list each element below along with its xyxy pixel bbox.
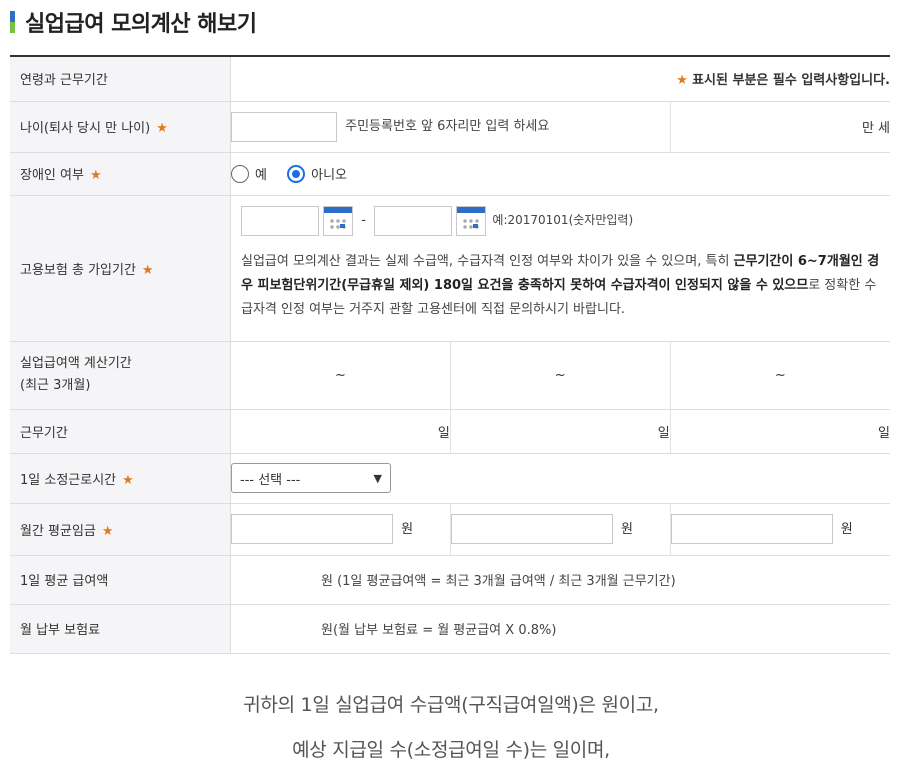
page-header: 실업급여 모의계산 해보기 — [10, 4, 257, 40]
label-calc-period: 실업급여액 계산기간 (최근 3개월) — [10, 341, 231, 410]
radio-no-label: 아니오 — [311, 168, 347, 183]
notice-part-1: 실업급여 모의계산 결과는 실제 수급액, 수급자격 인정 여부와 차이가 있을… — [241, 253, 734, 269]
monthly-wage-unit-1: 원 — [401, 521, 414, 537]
result-line-2: 예상 지급일 수(소정급여일 수)는 일이며, — [292, 739, 610, 761]
label-insurance-period: 고용보험 총 가입기간 ★ — [10, 195, 231, 342]
row-disabled: 장애인 여부 ★ 예 아니오 — [10, 152, 890, 196]
radio-yes[interactable] — [231, 164, 249, 183]
label-daily-avg: 1일 평균 급여액 — [10, 555, 231, 605]
title-marker-icon — [10, 11, 15, 33]
radio-yes-label: 예 — [255, 168, 267, 183]
row-insurance-period: 고용보험 총 가입기간 ★ - 예:20170101(숫자만입력) 실업급여 모의… — [10, 195, 890, 342]
eligibility-notice: 실업급여 모의계산 결과는 실제 수급액, 수급자격 인정 여부와 차이가 있을… — [231, 236, 890, 330]
calendar-icon[interactable] — [323, 205, 354, 236]
work-days-1: 일 — [230, 409, 451, 454]
calc-period-1: ~ — [230, 341, 451, 410]
label-daily-hours: 1일 소정근로시간 ★ — [10, 453, 231, 504]
label-disabled-text: 장애인 여부 — [20, 168, 84, 183]
monthly-wage-cell-1: 원 — [230, 503, 451, 556]
calc-period-3: ~ — [669, 341, 890, 410]
chevron-down-icon: ▼ — [373, 471, 382, 485]
work-days-3: 일 — [669, 409, 890, 454]
required-star-icon: ★ — [101, 523, 114, 539]
date-range: - 예:20170101(숫자만입력) — [231, 196, 890, 236]
age-unit: 만 세 — [669, 101, 890, 153]
label-disabled: 장애인 여부 ★ — [10, 152, 231, 196]
row-work-days: 근무기간 일 일 일 — [10, 409, 890, 454]
daily-hours-cell: --- 선택 --- ▼ — [230, 453, 890, 504]
date-separator: - — [361, 213, 366, 228]
daily-avg-formula: 원 (1일 평균급여액 = 최근 3개월 급여액 / 최근 3개월 근무기간) — [230, 555, 890, 605]
required-star-icon: ★ — [156, 121, 168, 136]
row-monthly-wage: 월간 평균임금 ★ 원 원 원 — [10, 503, 890, 556]
date-example: 예:20170101(숫자만입력) — [492, 213, 634, 227]
row-age-work-period: 연령과 근무기간 ★ 표시된 부분은 필수 입력사항입니다. — [10, 56, 890, 102]
insurance-period-cell: - 예:20170101(숫자만입력) 실업급여 모의계산 결과는 실제 수급액… — [230, 195, 890, 342]
monthly-wage-cell-3: 원 — [669, 503, 890, 556]
monthly-wage-unit-3: 원 — [840, 521, 853, 537]
result-line-1: 귀하의 1일 실업급여 수급액(구직급여일액)은 원이고, — [243, 694, 659, 716]
age-input-cell: 주민등록번호 앞 6자리만 입력 하세요 — [230, 101, 671, 153]
required-notice-text: 표시된 부분은 필수 입력사항입니다. — [692, 73, 890, 89]
label-monthly-wage-text: 월간 평균임금 — [20, 523, 96, 539]
age-input[interactable] — [231, 111, 337, 142]
row-age: 나이(퇴사 당시 만 나이) ★ 주민등록번호 앞 6자리만 입력 하세요 만 세 — [10, 101, 890, 153]
label-age: 나이(퇴사 당시 만 나이) ★ — [10, 101, 231, 153]
required-star-icon: ★ — [676, 73, 688, 89]
daily-hours-select[interactable]: --- 선택 --- ▼ — [231, 463, 391, 493]
monthly-wage-unit-2: 원 — [620, 521, 633, 537]
row-monthly-premium: 월 납부 보험료 원(월 납부 보험료 = 월 평균급여 X 0.8%) — [10, 604, 890, 654]
label-daily-hours-text: 1일 소정근로시간 — [20, 472, 117, 488]
label-insurance-period-text: 고용보험 총 가입기간 — [20, 262, 136, 278]
age-hint: 주민등록번호 앞 6자리만 입력 하세요 — [345, 119, 550, 134]
required-star-icon: ★ — [89, 168, 102, 183]
label-work-days: 근무기간 — [10, 409, 231, 454]
monthly-wage-input-1[interactable] — [231, 514, 393, 544]
calendar-icon[interactable] — [456, 205, 487, 236]
disabled-options: 예 아니오 — [230, 152, 890, 196]
row-daily-hours: 1일 소정근로시간 ★ --- 선택 --- ▼ — [10, 453, 890, 504]
label-monthly-premium: 월 납부 보험료 — [10, 604, 231, 654]
label-calc-period-line2: (최근 3개월) — [20, 378, 91, 393]
start-date-input[interactable] — [241, 205, 319, 236]
calculator-form: 연령과 근무기간 ★ 표시된 부분은 필수 입력사항입니다. 나이(퇴사 당시 … — [10, 55, 890, 654]
monthly-wage-cell-2: 원 — [449, 503, 671, 556]
end-date-input[interactable] — [374, 205, 453, 236]
monthly-wage-input-3[interactable] — [670, 514, 833, 544]
radio-no[interactable] — [287, 164, 306, 183]
label-age-text: 나이(퇴사 당시 만 나이) — [20, 121, 151, 136]
monthly-wage-input-2[interactable] — [450, 514, 613, 544]
calc-period-2: ~ — [449, 341, 671, 410]
daily-hours-select-value: --- 선택 --- — [240, 472, 301, 488]
work-days-2: 일 — [449, 409, 671, 454]
label-monthly-wage: 월간 평균임금 ★ — [10, 503, 231, 556]
label-age-work-period: 연령과 근무기간 — [10, 56, 231, 102]
row-calc-period: 실업급여액 계산기간 (최근 3개월) ~ ~ ~ — [10, 341, 890, 410]
required-star-icon: ★ — [122, 472, 134, 488]
monthly-premium-formula: 원(월 납부 보험료 = 월 평균급여 X 0.8%) — [230, 604, 890, 654]
required-star-icon: ★ — [141, 262, 154, 278]
page-title: 실업급여 모의계산 해보기 — [25, 12, 257, 37]
label-calc-period-line1: 실업급여액 계산기간 — [20, 356, 132, 371]
row-daily-avg: 1일 평균 급여액 원 (1일 평균급여액 = 최근 3개월 급여액 / 최근 … — [10, 555, 890, 605]
required-notice: ★ 표시된 부분은 필수 입력사항입니다. — [230, 56, 890, 102]
